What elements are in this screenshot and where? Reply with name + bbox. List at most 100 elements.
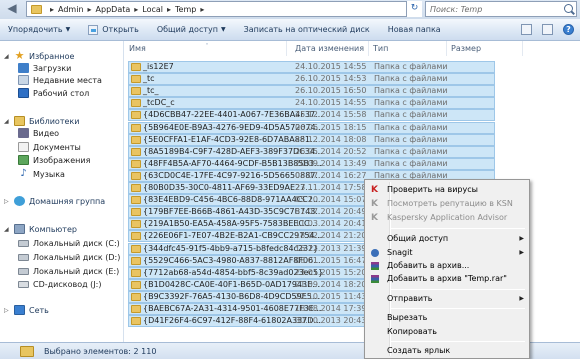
new-folder-button[interactable]: Новая папка — [388, 25, 441, 34]
file-row[interactable]: {48FF4B5A-AF70-4464-9CDF-B5B13B85B3... 20… — [128, 157, 495, 170]
winrar-icon — [371, 262, 379, 270]
column-header-name[interactable]: ˄ Имя — [125, 41, 287, 56]
folder-icon — [131, 208, 141, 217]
nav-libraries[interactable]: ◢ Библиотеки — [4, 115, 79, 127]
menu-item-send-to[interactable]: Отправить ▶ — [367, 293, 527, 305]
file-date: 08.01.2015 16:47 — [295, 255, 367, 265]
folder-icon — [131, 99, 141, 108]
file-row[interactable]: _tc 26.10.2015 14:53 Папка с файлами — [128, 73, 495, 86]
burn-button[interactable]: Записать на оптический диск — [244, 25, 370, 34]
menu-item-copy[interactable]: Копировать — [367, 326, 527, 338]
breadcrumb-item-local[interactable]: Local — [142, 5, 163, 14]
expand-arrow-icon[interactable]: ◢ — [4, 53, 12, 60]
open-icon — [88, 24, 99, 35]
open-button[interactable]: Открыть — [88, 24, 139, 35]
folder-icon — [131, 220, 141, 229]
kaspersky-icon: K — [371, 199, 378, 209]
preview-pane-icon[interactable] — [542, 24, 553, 35]
expand-arrow-icon[interactable]: ▷ — [4, 307, 12, 314]
address-box[interactable]: ▸ Admin ▸ AppData ▸ Local ▸ Temp ▸ — [26, 1, 421, 17]
nav-cd-drive[interactable]: CD-дисковод (J:) — [18, 278, 101, 290]
expand-arrow-icon[interactable]: ◢ — [4, 226, 12, 233]
menu-item-add-archive[interactable]: Добавить в архив... — [367, 260, 527, 272]
folder-icon — [31, 4, 42, 14]
file-row[interactable]: _tc_ 26.10.2015 16:50 Папка с файлами — [128, 85, 495, 98]
file-date: 30.10.2013 20:43 — [295, 316, 367, 326]
organize-button[interactable]: Упорядочить ▼ — [8, 25, 70, 34]
help-icon[interactable]: ? — [563, 24, 574, 35]
search-icon[interactable] — [564, 4, 573, 13]
file-type: Папка с файлами — [374, 122, 448, 132]
file-name: {83E4EBD9-C456-4BC6-88D8-971AA4CC2... — [143, 195, 321, 205]
file-row[interactable]: {4D6CBB47-22EE-4401-A067-7E36BA4F37... 25… — [128, 109, 495, 122]
menu-item-scan-viruses[interactable]: K Проверить на вирусы — [367, 184, 527, 196]
breadcrumb-separator-icon[interactable]: ▸ — [200, 5, 204, 14]
nav-drive-c[interactable]: Локальный диск (C:) — [18, 237, 120, 249]
folder-icon — [131, 268, 141, 277]
nav-documents[interactable]: Документы — [18, 141, 81, 153]
navigation-pane: ◢ ★ Избранное Загрузки Недавние места Ра… — [0, 41, 124, 342]
file-type: Папка с файлами — [374, 98, 448, 108]
file-row[interactable]: {8A5189B4-C9F7-428D-AEF3-389F37DC34... 26… — [128, 145, 495, 158]
menu-item-label: Добавить в архив... — [387, 261, 470, 270]
folder-icon — [131, 232, 141, 241]
folder-icon — [131, 123, 141, 132]
file-row[interactable]: _tcDC_c 24.10.2015 14:55 Папка с файлами — [128, 97, 495, 110]
nav-homegroup[interactable]: ▷ Домашняя группа — [4, 195, 105, 207]
nav-recent[interactable]: Недавние места — [18, 74, 102, 86]
menu-separator — [391, 308, 525, 309]
desktop-icon — [18, 88, 29, 98]
refresh-icon[interactable]: ↻ — [406, 1, 422, 17]
menu-item-snagit[interactable]: Snagit ▶ — [367, 247, 527, 259]
view-options-icon[interactable] — [521, 24, 532, 35]
nav-recent-label: Недавние места — [33, 75, 102, 85]
breadcrumb-separator-icon[interactable]: ▸ — [134, 5, 138, 14]
breadcrumb-item-admin[interactable]: Admin — [58, 5, 84, 14]
file-name: {219A1B50-EA5A-458A-95F5-7583BEECC... — [143, 219, 318, 229]
menu-item-kaspersky-advisor[interactable]: K Kaspersky Application Advisor — [367, 212, 527, 224]
command-bar: Упорядочить ▼ Открыть Общий доступ ▼ Зап… — [0, 19, 580, 41]
breadcrumb-item-temp[interactable]: Temp — [175, 5, 196, 14]
file-name: {5E0CFFA1-E1AF-4CD3-92E8-6D7ABA881... — [143, 134, 318, 144]
nav-video[interactable]: Видео — [18, 127, 59, 139]
column-header-type[interactable]: Тип — [369, 41, 447, 56]
nav-drive-d[interactable]: Локальный диск (D:) — [18, 251, 120, 263]
selection-count: Выбрано элементов: 2 110 — [44, 346, 157, 356]
nav-network[interactable]: ▷ Сеть — [4, 304, 49, 316]
back-button[interactable]: ◀ — [2, 0, 22, 18]
file-date: 06.06.2015 18:15 — [295, 122, 367, 132]
column-header-size[interactable]: Размер — [447, 41, 523, 56]
folder-icon — [131, 305, 141, 313]
nav-computer[interactable]: ◢ Компьютер — [4, 223, 77, 235]
menu-item-add-temp-rar[interactable]: Добавить в архив "Temp.rar" — [367, 273, 527, 285]
menu-item-share[interactable]: Общий доступ ▶ — [367, 233, 527, 245]
share-button[interactable]: Общий доступ ▼ — [157, 25, 226, 34]
breadcrumb-separator-icon[interactable]: ▸ — [167, 5, 171, 14]
submenu-arrow-icon: ▶ — [519, 295, 524, 302]
nav-desktop[interactable]: Рабочий стол — [18, 87, 89, 99]
menu-item-create-shortcut[interactable]: Создать ярлык — [367, 345, 527, 357]
nav-favorites[interactable]: ◢ ★ Избранное — [4, 50, 74, 62]
menu-item-label: Kaspersky Application Advisor — [387, 213, 508, 222]
expand-arrow-icon[interactable]: ◢ — [4, 118, 12, 125]
expand-arrow-icon[interactable]: ▷ — [4, 198, 12, 205]
breadcrumb-separator-icon[interactable]: ▸ — [88, 5, 92, 14]
nav-downloads[interactable]: Загрузки — [18, 62, 71, 74]
submenu-arrow-icon: ▶ — [519, 235, 524, 242]
file-date: 26.10.2015 16:50 — [295, 86, 367, 96]
file-date: 25.12.2014 15:58 — [295, 110, 367, 120]
file-row[interactable]: {5B964E0E-B9A3-4276-9ED9-4D5A572074... 06… — [128, 121, 495, 134]
menu-item-cut[interactable]: Вырезать — [367, 312, 527, 324]
file-row[interactable]: _is12E7 24.10.2015 14:55 Папка с файлами — [128, 61, 495, 73]
menu-item-ksn-reputation[interactable]: K Посмотреть репутацию в KSN — [367, 198, 527, 210]
nav-drive-e[interactable]: Локальный диск (E:) — [18, 265, 119, 277]
nav-images[interactable]: Изображения — [18, 154, 90, 166]
music-icon: ♪ — [20, 168, 27, 179]
menu-item-label: Отправить — [387, 294, 433, 303]
breadcrumb-item-appdata[interactable]: AppData — [96, 5, 131, 14]
search-input[interactable]: Поиск: Temp — [425, 1, 577, 17]
file-row[interactable]: {5E0CFFA1-E1AF-4CD3-92E8-6D7ABA881... 25.… — [128, 133, 495, 146]
column-header-date[interactable]: Дата изменения — [291, 41, 369, 56]
menu-item-label: Копировать — [387, 327, 437, 336]
nav-music[interactable]: ♪ Музыка — [18, 168, 65, 180]
